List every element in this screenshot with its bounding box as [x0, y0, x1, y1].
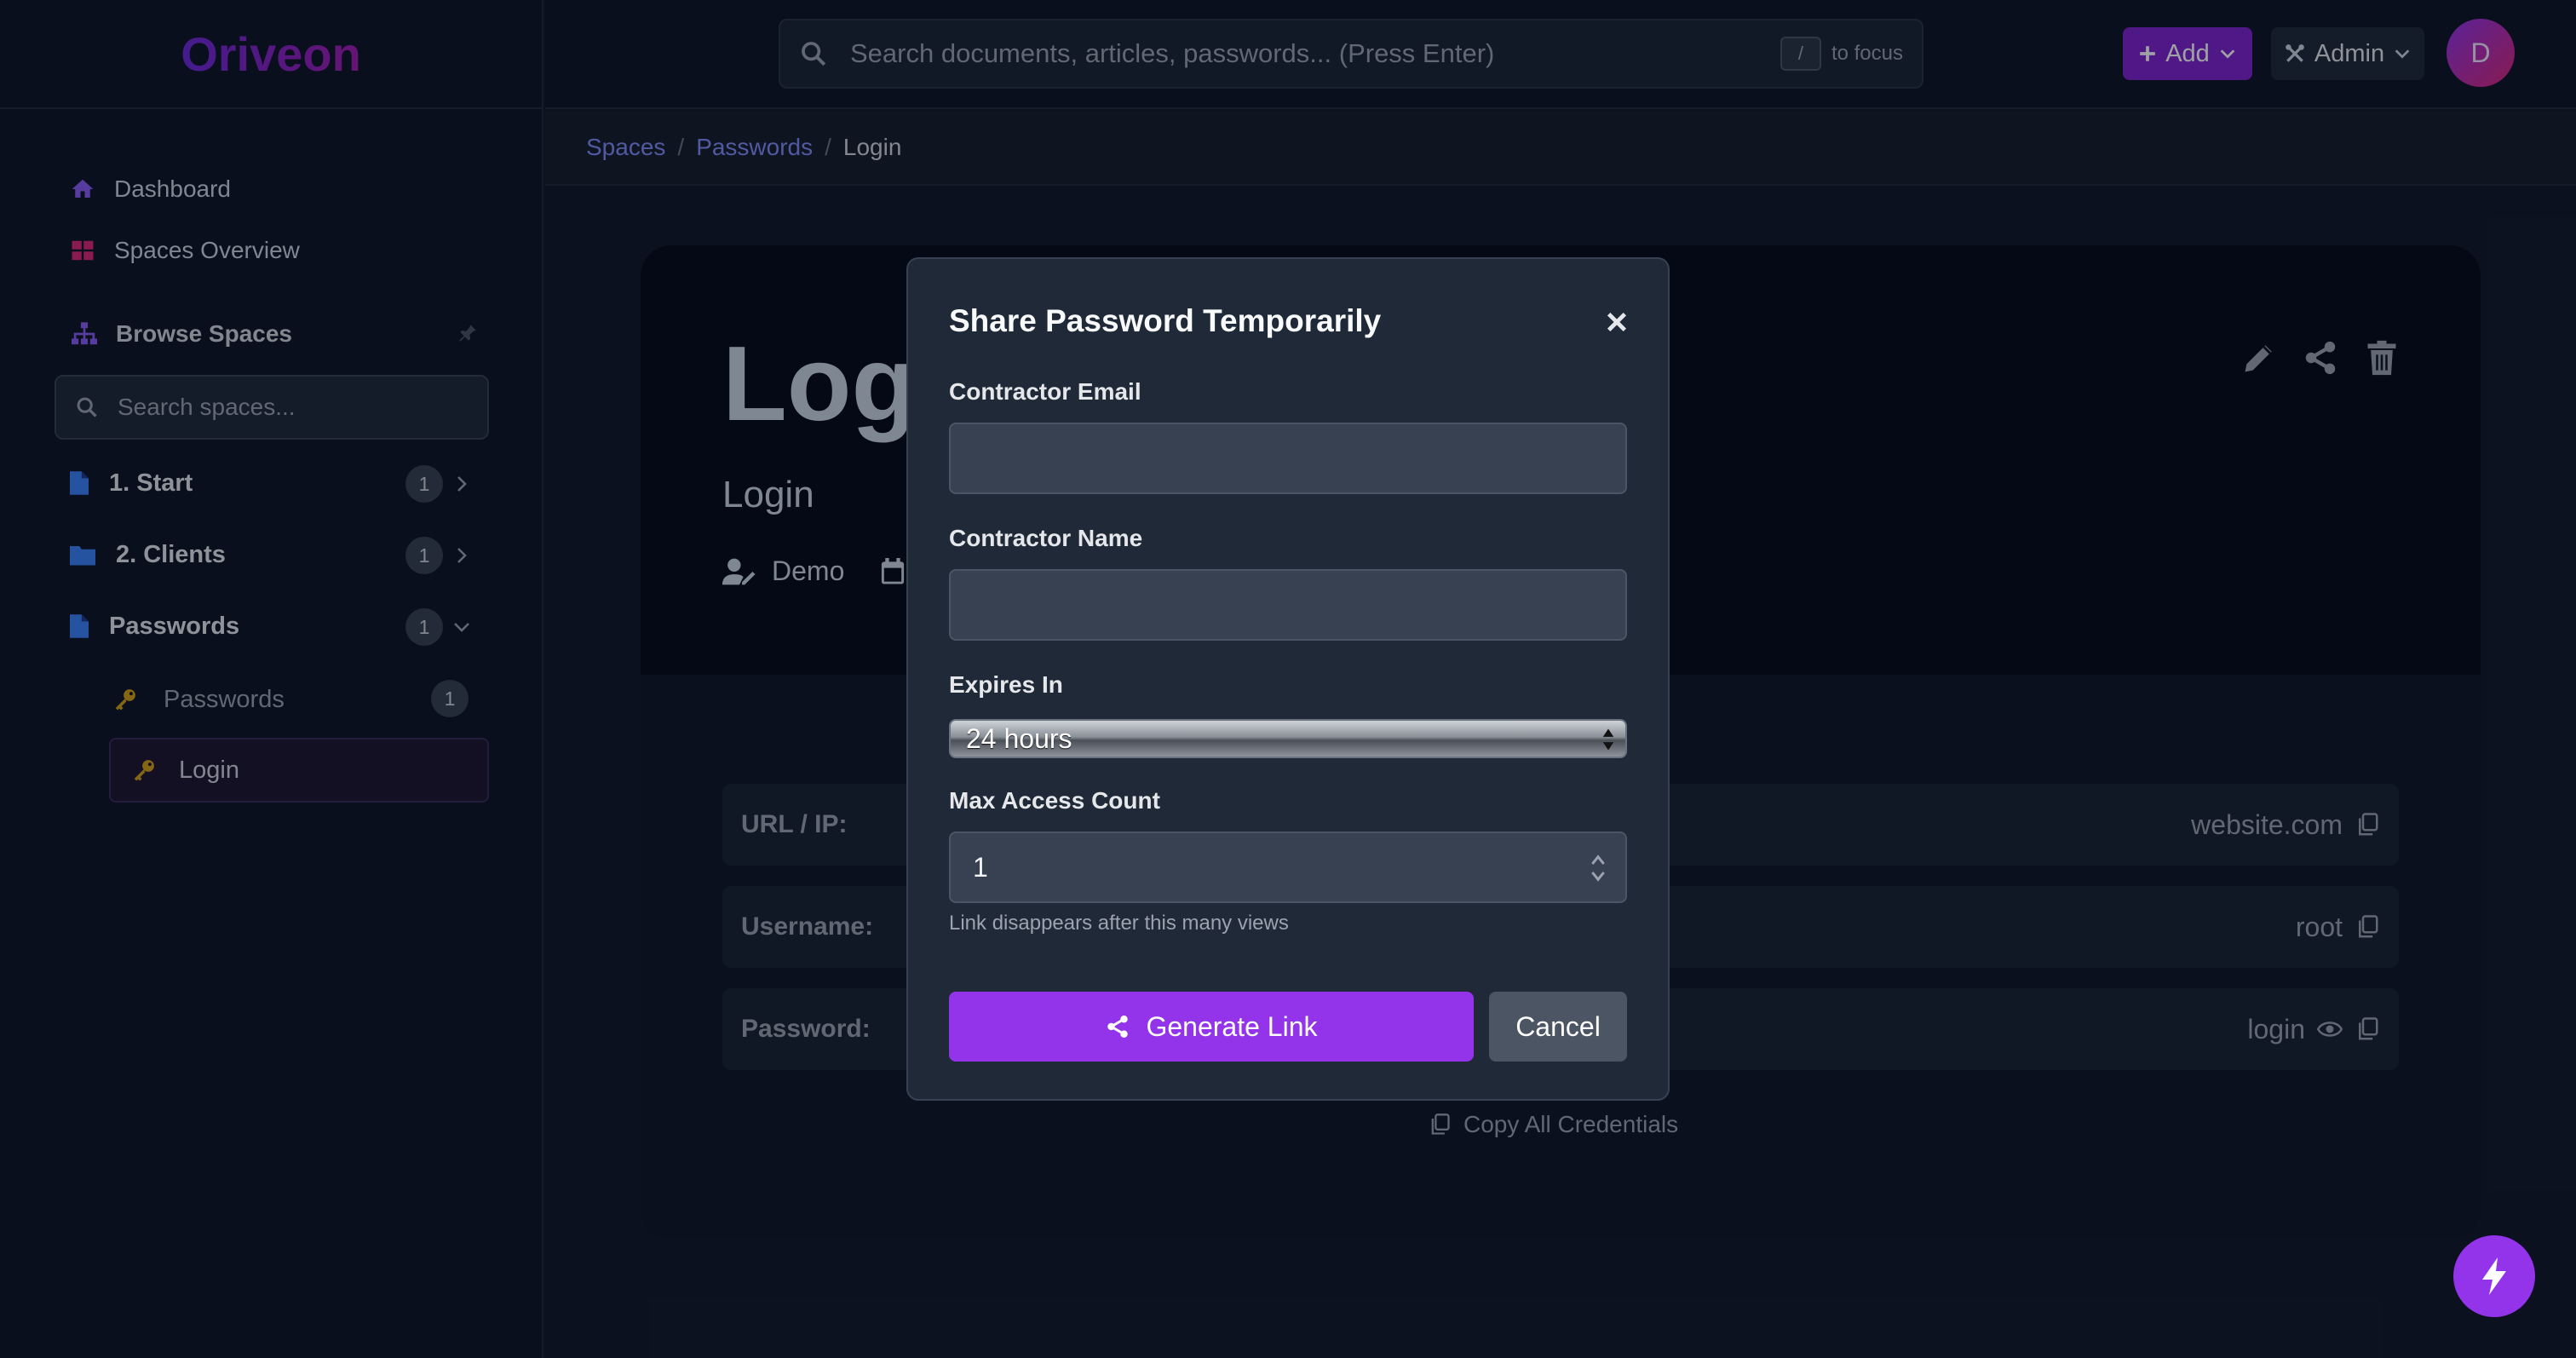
expires-in-value: 24 hours — [966, 722, 1072, 754]
share-icon — [1107, 1016, 1129, 1038]
contractor-email-field[interactable] — [949, 423, 1627, 494]
cancel-button[interactable]: Cancel — [1489, 992, 1627, 1062]
max-access-count-value: 1 — [973, 851, 988, 883]
contractor-name-field[interactable] — [949, 569, 1627, 641]
share-password-modal: Share Password Temporarily Contractor Em… — [906, 257, 1670, 1101]
number-stepper-icon[interactable] — [1590, 852, 1607, 884]
select-arrows-icon — [1602, 728, 1614, 751]
expires-in-label: Expires In — [949, 671, 1063, 698]
max-access-count-label: Max Access Count — [949, 787, 1160, 814]
contractor-email-label: Contractor Email — [949, 378, 1141, 405]
modal-title: Share Password Temporarily — [949, 303, 1382, 338]
max-access-count-field[interactable]: 1 — [949, 831, 1627, 903]
close-icon[interactable] — [1603, 308, 1630, 336]
generate-link-button[interactable]: Generate Link — [949, 992, 1474, 1062]
contractor-name-label: Contractor Name — [949, 525, 1143, 551]
quick-action-button[interactable] — [2453, 1235, 2535, 1317]
bolt-icon — [2482, 1257, 2506, 1295]
expires-in-select[interactable]: 24 hours — [949, 719, 1627, 758]
max-access-help-text: Link disappears after this many views — [949, 912, 1289, 935]
generate-link-label: Generate Link — [1146, 1010, 1318, 1042]
